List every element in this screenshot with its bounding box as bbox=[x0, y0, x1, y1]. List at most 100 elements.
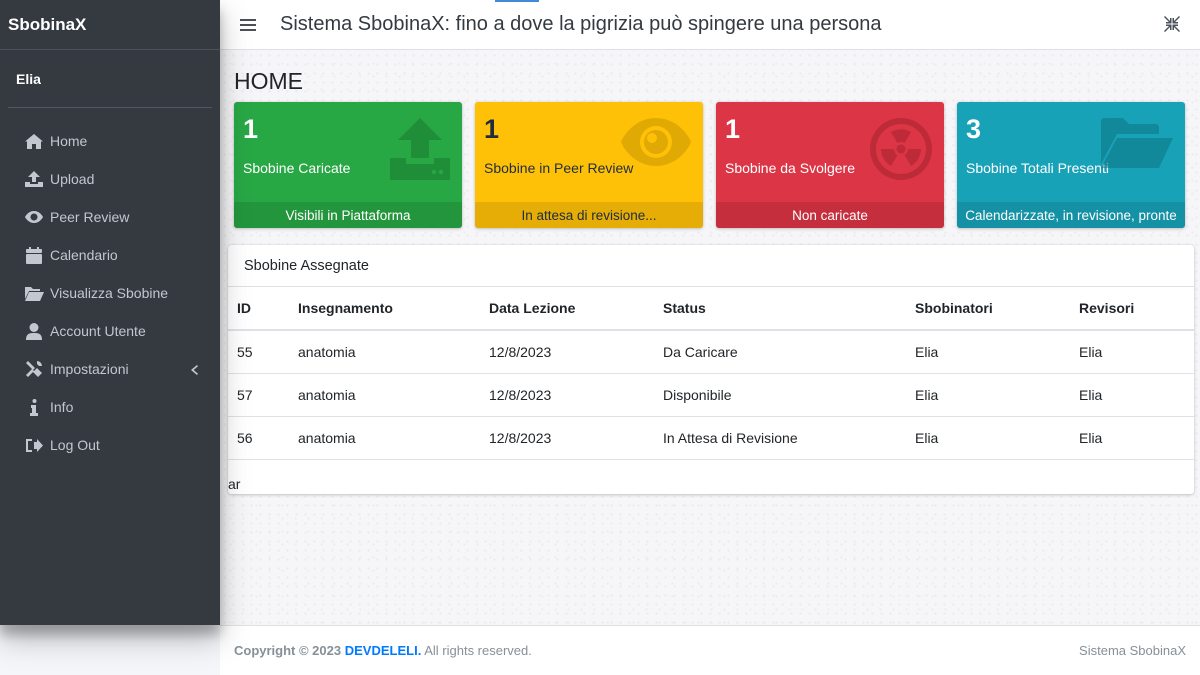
stat-label: Sbobine in Peer Review bbox=[484, 160, 634, 176]
sidebar-item-account-utente[interactable]: Account Utente bbox=[8, 312, 212, 350]
eye-icon bbox=[621, 118, 691, 169]
cell-status: In Attesa di Revisione bbox=[654, 416, 906, 460]
sidebar-item-upload[interactable]: Upload bbox=[8, 160, 212, 198]
sign-out-icon bbox=[24, 436, 44, 454]
cell-sbobinatori: Elia bbox=[906, 330, 1070, 374]
cell-data-lezione: 12/8/2023 bbox=[480, 330, 654, 374]
stat-box-caricate: 1 Sbobine Caricate Visibili in Piattafor… bbox=[234, 102, 462, 228]
cell-insegnamento: anatomia bbox=[289, 330, 480, 374]
sidebar-item-label: Impostazioni bbox=[50, 361, 129, 377]
cell-sbobinatori: Elia bbox=[906, 416, 1070, 460]
brand-link[interactable]: SbobinaX bbox=[0, 0, 220, 50]
sidebar-item-home[interactable]: Home bbox=[8, 122, 212, 160]
cell-revisori: Elia bbox=[1070, 416, 1194, 460]
user-panel[interactable]: Elia bbox=[8, 50, 212, 108]
column-header: Data Lezione bbox=[480, 287, 654, 331]
table-row[interactable]: 55 anatomia 12/8/2023 Da Caricare Elia E… bbox=[228, 330, 1194, 374]
cell-status: Da Caricare bbox=[654, 330, 906, 374]
fullscreen-icon[interactable] bbox=[1164, 16, 1180, 35]
card-title: Sbobine Assegnate bbox=[228, 245, 1194, 287]
stat-boxes: 1 Sbobine Caricate Visibili in Piattafor… bbox=[234, 102, 1185, 228]
sidebar-item-label: Log Out bbox=[50, 437, 100, 453]
cell-id: 56 bbox=[228, 416, 289, 460]
stat-count: 3 bbox=[966, 114, 982, 144]
upload-icon bbox=[24, 170, 44, 188]
radiation-icon bbox=[870, 118, 932, 183]
eye-icon bbox=[24, 208, 44, 226]
user-name: Elia bbox=[16, 70, 41, 87]
navbar-title: Sistema SbobinaX: fino a dove la pigrizi… bbox=[280, 13, 882, 35]
main-footer: Copyright © 2023 DEVDELELI. All rights r… bbox=[220, 625, 1200, 675]
stat-box-da-svolgere: 1 Sbobine da Svolgere Non caricate bbox=[716, 102, 944, 228]
sidebar-item-peer-review[interactable]: Peer Review bbox=[8, 198, 212, 236]
cell-revisori: Elia bbox=[1070, 330, 1194, 374]
assigned-table: ID Insegnamento Data Lezione Status Sbob… bbox=[228, 287, 1194, 460]
stat-footer-link[interactable]: Non caricate bbox=[716, 202, 944, 228]
top-navbar: Sistema SbobinaX: fino a dove la pigrizi… bbox=[220, 0, 1200, 50]
calendar-icon bbox=[24, 246, 44, 264]
folder-open-icon bbox=[1101, 118, 1173, 171]
sidebar-item-label: Visualizza Sbobine bbox=[50, 285, 169, 301]
stat-label: Sbobine da Svolgere bbox=[725, 160, 855, 176]
rights-text: All rights reserved. bbox=[424, 643, 532, 658]
user-icon bbox=[24, 322, 44, 340]
cell-id: 57 bbox=[228, 373, 289, 417]
brand-text: SbobinaX bbox=[8, 14, 87, 34]
stat-box-peer-review: 1 Sbobine in Peer Review In attesa di re… bbox=[475, 102, 703, 228]
cell-data-lezione: 12/8/2023 bbox=[480, 416, 654, 460]
sidebar-item-label: Calendario bbox=[50, 247, 118, 263]
stat-box-totali: 3 Sbobine Totali Presenti Calendarizzate… bbox=[957, 102, 1185, 228]
table-row[interactable]: 56 anatomia 12/8/2023 In Attesa di Revis… bbox=[228, 416, 1194, 460]
column-header: ID bbox=[228, 287, 289, 331]
cell-insegnamento: anatomia bbox=[289, 373, 480, 417]
navbar-accent-line bbox=[495, 0, 539, 2]
stat-label: Sbobine Caricate bbox=[243, 160, 351, 176]
sidebar-nav: Home Upload Peer Review Calendario Visua… bbox=[0, 122, 220, 464]
content-wrapper: HOME 1 Sbobine Caricate Visibili in Piat… bbox=[220, 51, 1200, 625]
stat-label: Sbobine Totali Presenti bbox=[966, 160, 1109, 176]
stat-footer-link[interactable]: In attesa di revisione... bbox=[475, 202, 703, 228]
chevron-left-icon bbox=[191, 362, 198, 378]
page-title: HOME bbox=[234, 68, 303, 94]
card-footnote: ar bbox=[228, 476, 241, 492]
upload-icon bbox=[390, 118, 450, 183]
sidebar-item-impostazioni[interactable]: Impostazioni bbox=[8, 350, 212, 388]
company-link[interactable]: DEVDELELI. bbox=[345, 643, 422, 658]
folder-open-icon bbox=[24, 284, 44, 302]
cell-status: Disponibile bbox=[654, 373, 906, 417]
info-icon bbox=[24, 398, 44, 416]
cell-sbobinatori: Elia bbox=[906, 373, 1070, 417]
footer-copyright: Copyright © 2023 DEVDELELI. All rights r… bbox=[234, 643, 532, 658]
tools-icon bbox=[24, 360, 44, 378]
sidebar-item-label: Upload bbox=[50, 171, 95, 187]
column-header: Status bbox=[654, 287, 906, 331]
footer-right-text: Sistema SbobinaX bbox=[1079, 643, 1186, 658]
sidebar-item-label: Peer Review bbox=[50, 209, 130, 225]
stat-count: 1 bbox=[725, 114, 741, 144]
main-sidebar: SbobinaX Elia Home Upload Peer Review Ca… bbox=[0, 0, 220, 625]
menu-toggle-icon[interactable] bbox=[240, 16, 256, 34]
column-header: Insegnamento bbox=[289, 287, 480, 331]
column-header: Sbobinatori bbox=[906, 287, 1070, 331]
stat-count: 1 bbox=[484, 114, 500, 144]
sidebar-item-label: Home bbox=[50, 133, 88, 149]
column-header: Revisori bbox=[1070, 287, 1194, 331]
cell-data-lezione: 12/8/2023 bbox=[480, 373, 654, 417]
home-icon bbox=[24, 132, 44, 150]
assigned-card: Sbobine Assegnate ID Insegnamento Data L… bbox=[228, 245, 1194, 494]
copyright-text: Copyright © 2023 bbox=[234, 643, 342, 658]
table-header-row: ID Insegnamento Data Lezione Status Sbob… bbox=[228, 287, 1194, 331]
cell-revisori: Elia bbox=[1070, 373, 1194, 417]
stat-count: 1 bbox=[243, 114, 259, 144]
sidebar-item-log-out[interactable]: Log Out bbox=[8, 426, 212, 464]
table-row[interactable]: 57 anatomia 12/8/2023 Disponibile Elia E… bbox=[228, 373, 1194, 417]
sidebar-item-info[interactable]: Info bbox=[8, 388, 212, 426]
cell-id: 55 bbox=[228, 330, 289, 374]
sidebar-item-calendario[interactable]: Calendario bbox=[8, 236, 212, 274]
stat-footer-link[interactable]: Calendarizzate, in revisione, pronte bbox=[957, 202, 1185, 228]
stat-footer-link[interactable]: Visibili in Piattaforma bbox=[234, 202, 462, 228]
sidebar-item-label: Info bbox=[50, 399, 74, 415]
sidebar-item-label: Account Utente bbox=[50, 323, 146, 339]
sidebar-item-visualizza-sbobine[interactable]: Visualizza Sbobine bbox=[8, 274, 212, 312]
cell-insegnamento: anatomia bbox=[289, 416, 480, 460]
